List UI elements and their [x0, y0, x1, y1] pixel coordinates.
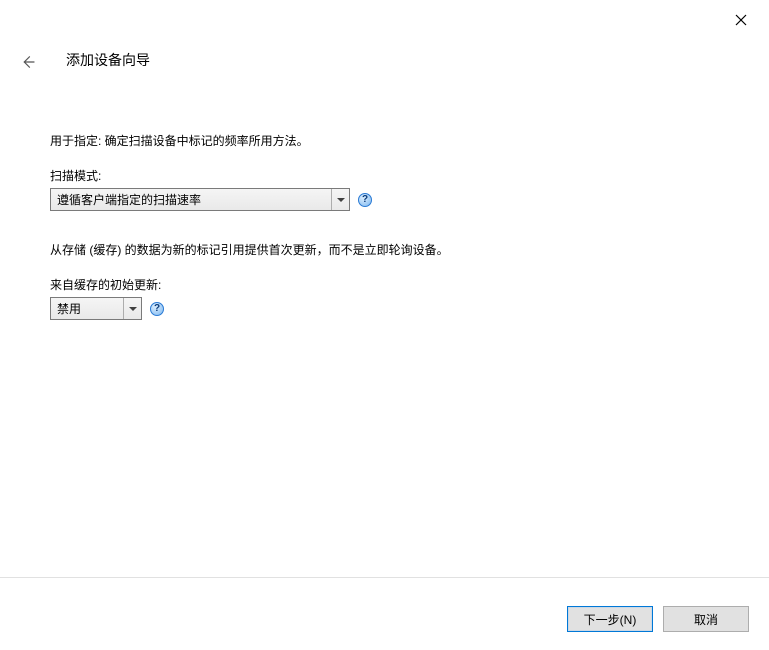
chevron-down-icon: [331, 189, 349, 210]
cache-update-select[interactable]: 禁用: [50, 297, 142, 320]
cache-update-label: 来自缓存的初始更新:: [50, 276, 719, 293]
cache-update-help-icon[interactable]: ?: [150, 302, 164, 316]
footer-buttons: 下一步(N) 取消: [567, 606, 765, 632]
wizard-content: 用于指定: 确定扫描设备中标记的频率所用方法。 扫描模式: 遵循客户端指定的扫描…: [50, 132, 719, 350]
cancel-button[interactable]: 取消: [663, 606, 749, 632]
chevron-down-icon: [123, 298, 141, 319]
cache-update-select-value: 禁用: [51, 300, 123, 317]
scan-mode-label: 扫描模式:: [50, 167, 719, 184]
back-arrow-icon: [19, 53, 37, 71]
footer-separator: [0, 577, 769, 578]
close-button[interactable]: [731, 10, 751, 30]
back-button[interactable]: [16, 50, 40, 74]
wizard-title: 添加设备向导: [66, 50, 150, 70]
scan-mode-help-icon[interactable]: ?: [358, 193, 372, 207]
scan-mode-description: 用于指定: 确定扫描设备中标记的频率所用方法。: [50, 132, 719, 149]
scan-mode-select[interactable]: 遵循客户端指定的扫描速率: [50, 188, 350, 211]
cache-update-description: 从存储 (缓存) 的数据为新的标记引用提供首次更新，而不是立即轮询设备。: [50, 241, 719, 258]
scan-mode-select-value: 遵循客户端指定的扫描速率: [51, 191, 331, 208]
next-button[interactable]: 下一步(N): [567, 606, 653, 632]
close-icon: [735, 14, 747, 26]
